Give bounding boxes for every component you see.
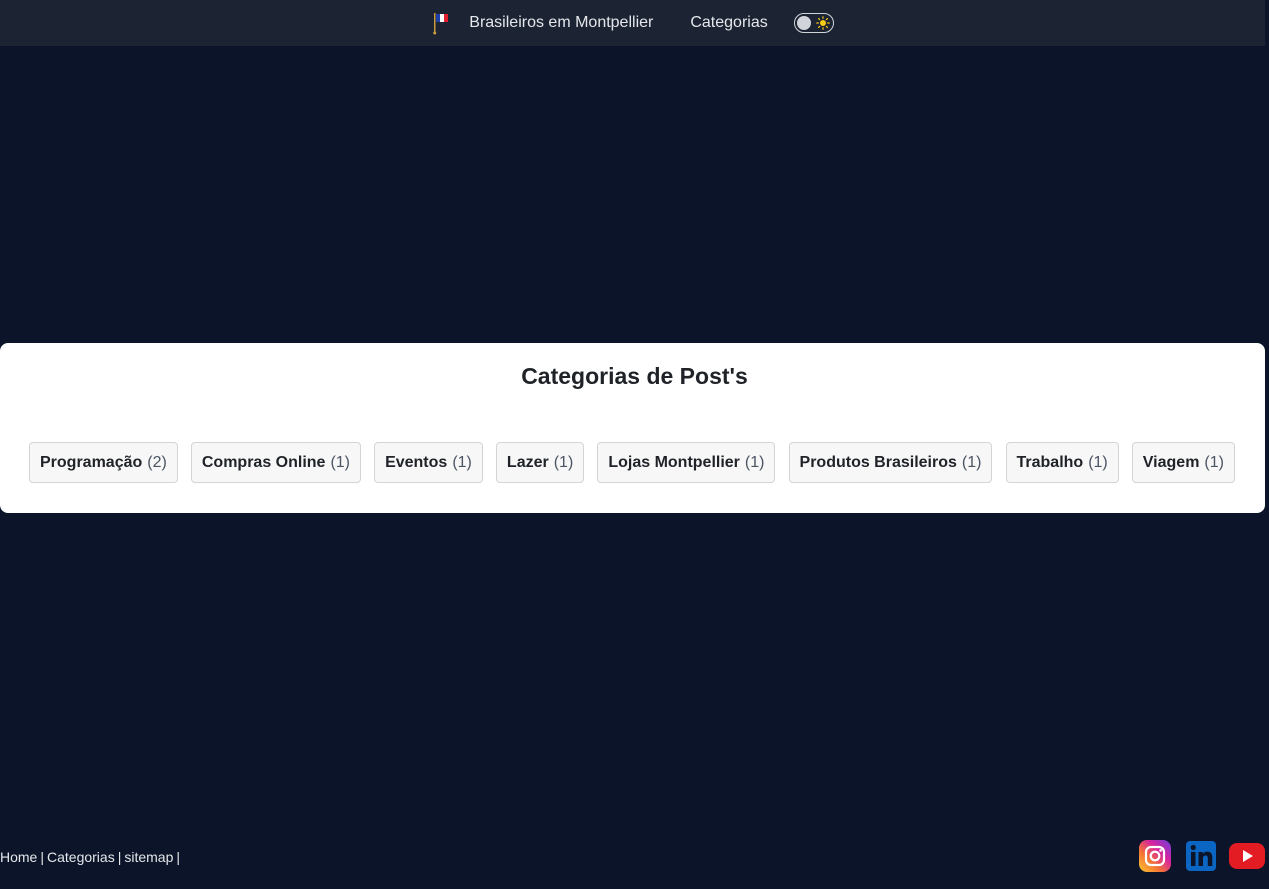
tag-name: Lazer bbox=[506, 453, 549, 471]
footer-link-categorias[interactable]: Categorias bbox=[47, 849, 115, 865]
tag-name: Eventos bbox=[385, 453, 448, 471]
tag-count: (1) bbox=[1088, 453, 1108, 471]
france-flag-icon bbox=[433, 13, 449, 35]
tag-count: (1) bbox=[330, 453, 351, 471]
footer-separator: | bbox=[176, 849, 181, 865]
tag-name: Trabalho bbox=[1016, 453, 1084, 471]
category-tag-lazer[interactable]: Lazer (1) bbox=[495, 442, 585, 483]
footer-separator: | bbox=[117, 849, 122, 865]
tag-name: Programação bbox=[40, 453, 143, 471]
tag-name: Compras Online bbox=[201, 453, 326, 471]
category-tag-viagem[interactable]: Viagem (1) bbox=[1131, 442, 1235, 483]
toggle-knob bbox=[796, 16, 811, 30]
nav-categories-link[interactable]: Categorias bbox=[690, 14, 767, 32]
tag-name: Viagem bbox=[1142, 453, 1200, 471]
category-tag-programacao[interactable]: Programação (2) bbox=[29, 442, 178, 483]
brand-label: Brasileiros em Montpellier bbox=[469, 14, 654, 31]
tag-count: (1) bbox=[961, 453, 982, 471]
category-tag-eventos[interactable]: Eventos (1) bbox=[374, 442, 483, 483]
category-tag-list: Programação (2) Compras Online (1) Event… bbox=[29, 442, 1235, 483]
page-title: Categorias de Post's bbox=[521, 363, 748, 389]
theme-toggle[interactable] bbox=[793, 13, 834, 33]
sun-icon bbox=[815, 16, 830, 30]
footer-link-sitemap[interactable]: sitemap bbox=[124, 849, 173, 865]
linkedin-icon[interactable] bbox=[1185, 839, 1221, 873]
tag-name: Lojas Montpellier bbox=[608, 453, 740, 471]
instagram-icon[interactable] bbox=[1138, 839, 1174, 873]
tag-name: Produtos Brasileiros bbox=[799, 453, 957, 471]
top-navbar: Brasileiros em Montpellier Categorias bbox=[0, 0, 1265, 46]
tag-count: (2) bbox=[147, 453, 167, 471]
footer-links: Home | Categorias | sitemap | bbox=[0, 849, 183, 865]
category-tag-compras-online[interactable]: Compras Online (1) bbox=[190, 442, 362, 483]
brand-link[interactable]: Brasileiros em Montpellier bbox=[431, 11, 653, 35]
tag-count: (1) bbox=[452, 453, 472, 471]
youtube-icon[interactable] bbox=[1228, 839, 1266, 873]
tag-count: (1) bbox=[744, 453, 765, 471]
category-tag-trabalho[interactable]: Trabalho (1) bbox=[1005, 442, 1119, 483]
footer-separator: | bbox=[40, 849, 44, 865]
tag-count: (1) bbox=[1204, 453, 1224, 471]
category-tag-lojas-montpellier[interactable]: Lojas Montpellier (1) bbox=[597, 442, 776, 483]
tag-count: (1) bbox=[553, 453, 574, 471]
category-tag-produtos-brasileiros[interactable]: Produtos Brasileiros (1) bbox=[788, 442, 993, 483]
footer-link-home[interactable]: Home bbox=[0, 849, 37, 865]
